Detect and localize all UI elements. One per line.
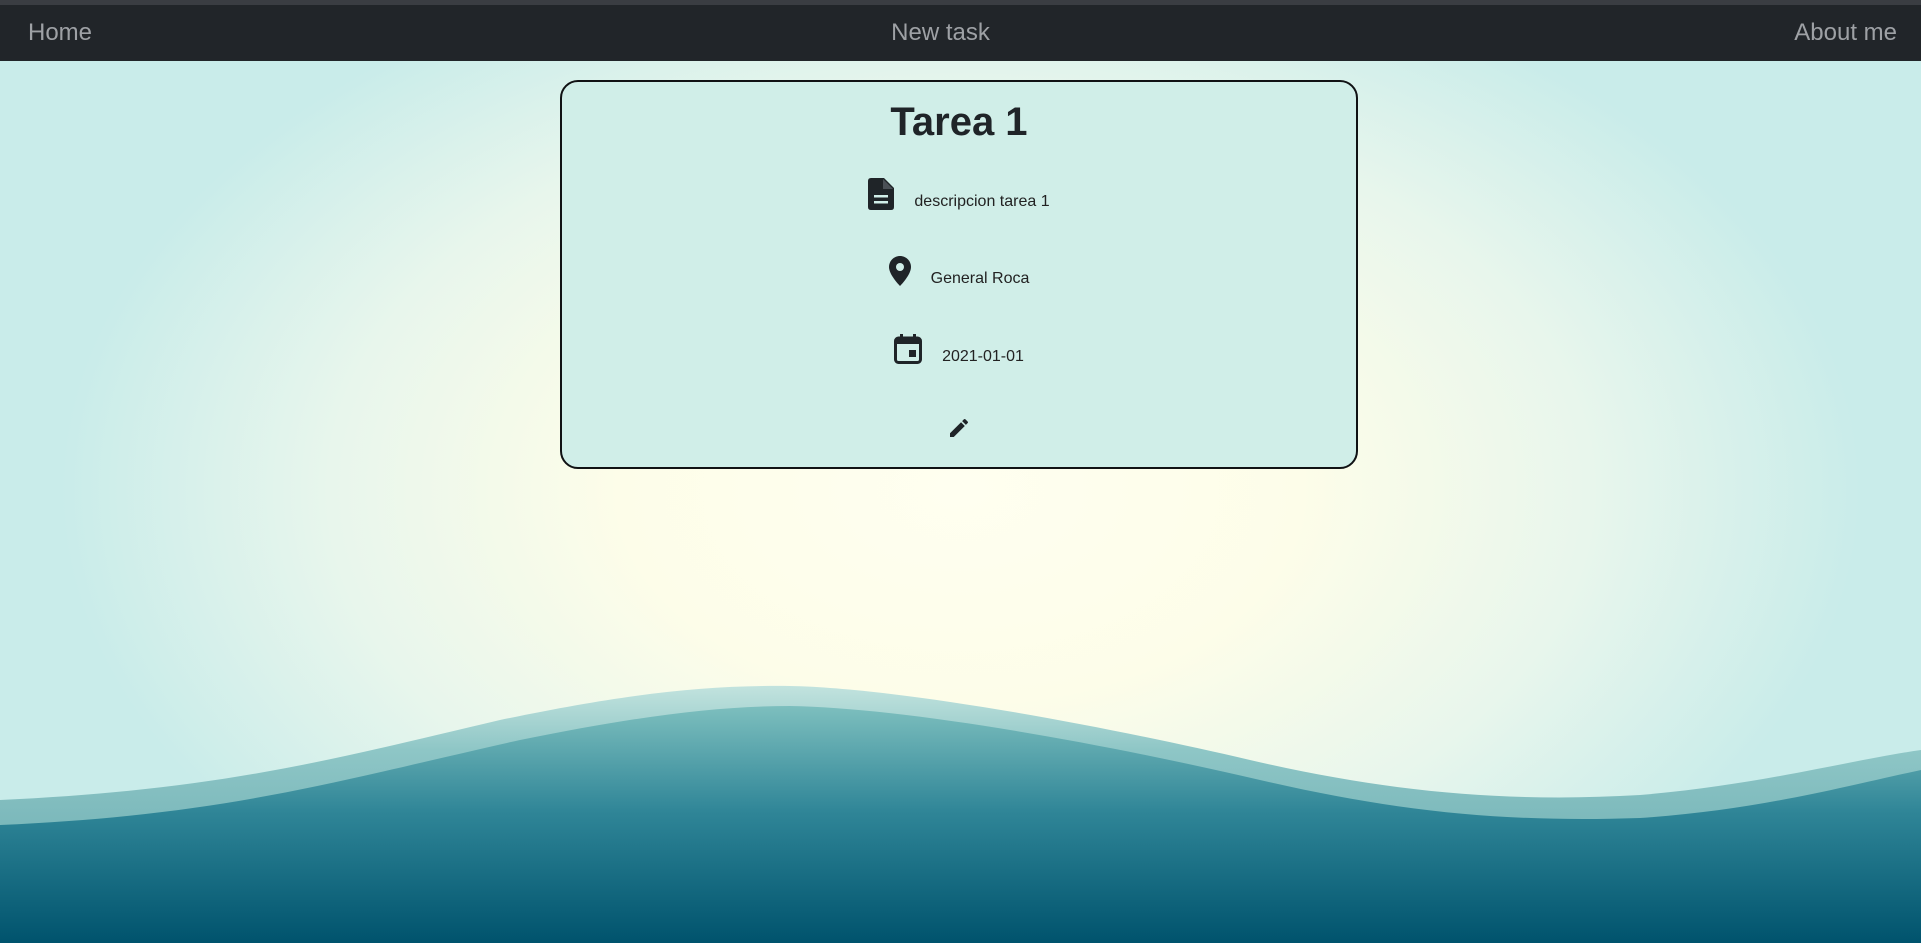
navbar: Home New task About me [0, 5, 1921, 61]
edit-task-button[interactable] [947, 416, 971, 440]
wave-decoration [0, 685, 1921, 943]
task-location-row: General Roca [562, 256, 1356, 287]
task-location: General Roca [930, 270, 1030, 287]
task-title: Tarea 1 [890, 100, 1028, 144]
task-date: 2021-01-01 [942, 348, 1024, 365]
nav-about-link[interactable]: About me [1794, 5, 1897, 61]
task-card: Tarea 1 descripcion tarea 1 General Roca [560, 80, 1358, 469]
calendar-icon [894, 334, 923, 364]
task-description: descripcion tarea 1 [914, 193, 1050, 210]
task-description-row: descripcion tarea 1 [562, 178, 1356, 210]
pencil-icon [947, 418, 971, 444]
task-date-row: 2021-01-01 [562, 334, 1356, 365]
nav-new-task-link[interactable]: New task [0, 5, 1881, 61]
file-text-icon [868, 178, 895, 210]
map-pin-icon [888, 256, 911, 286]
